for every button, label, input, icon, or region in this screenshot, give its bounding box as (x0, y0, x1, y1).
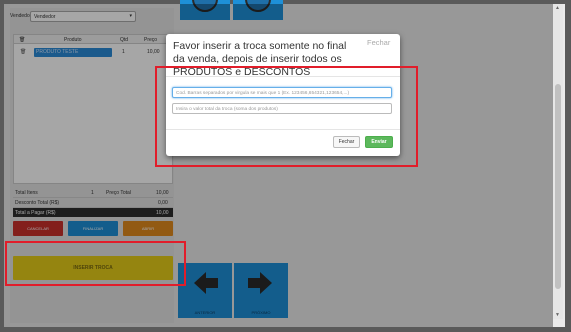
scroll-up-icon[interactable]: ▲ (555, 5, 560, 11)
highlight-box-troca (5, 241, 186, 286)
highlight-box-inputs (155, 66, 418, 167)
scrollbar[interactable]: ▲ ▼ (553, 4, 563, 319)
scroll-down-icon[interactable]: ▼ (555, 312, 560, 318)
scrollbar-thumb[interactable] (555, 84, 561, 289)
modal-close-button[interactable]: Fechar (367, 38, 390, 47)
